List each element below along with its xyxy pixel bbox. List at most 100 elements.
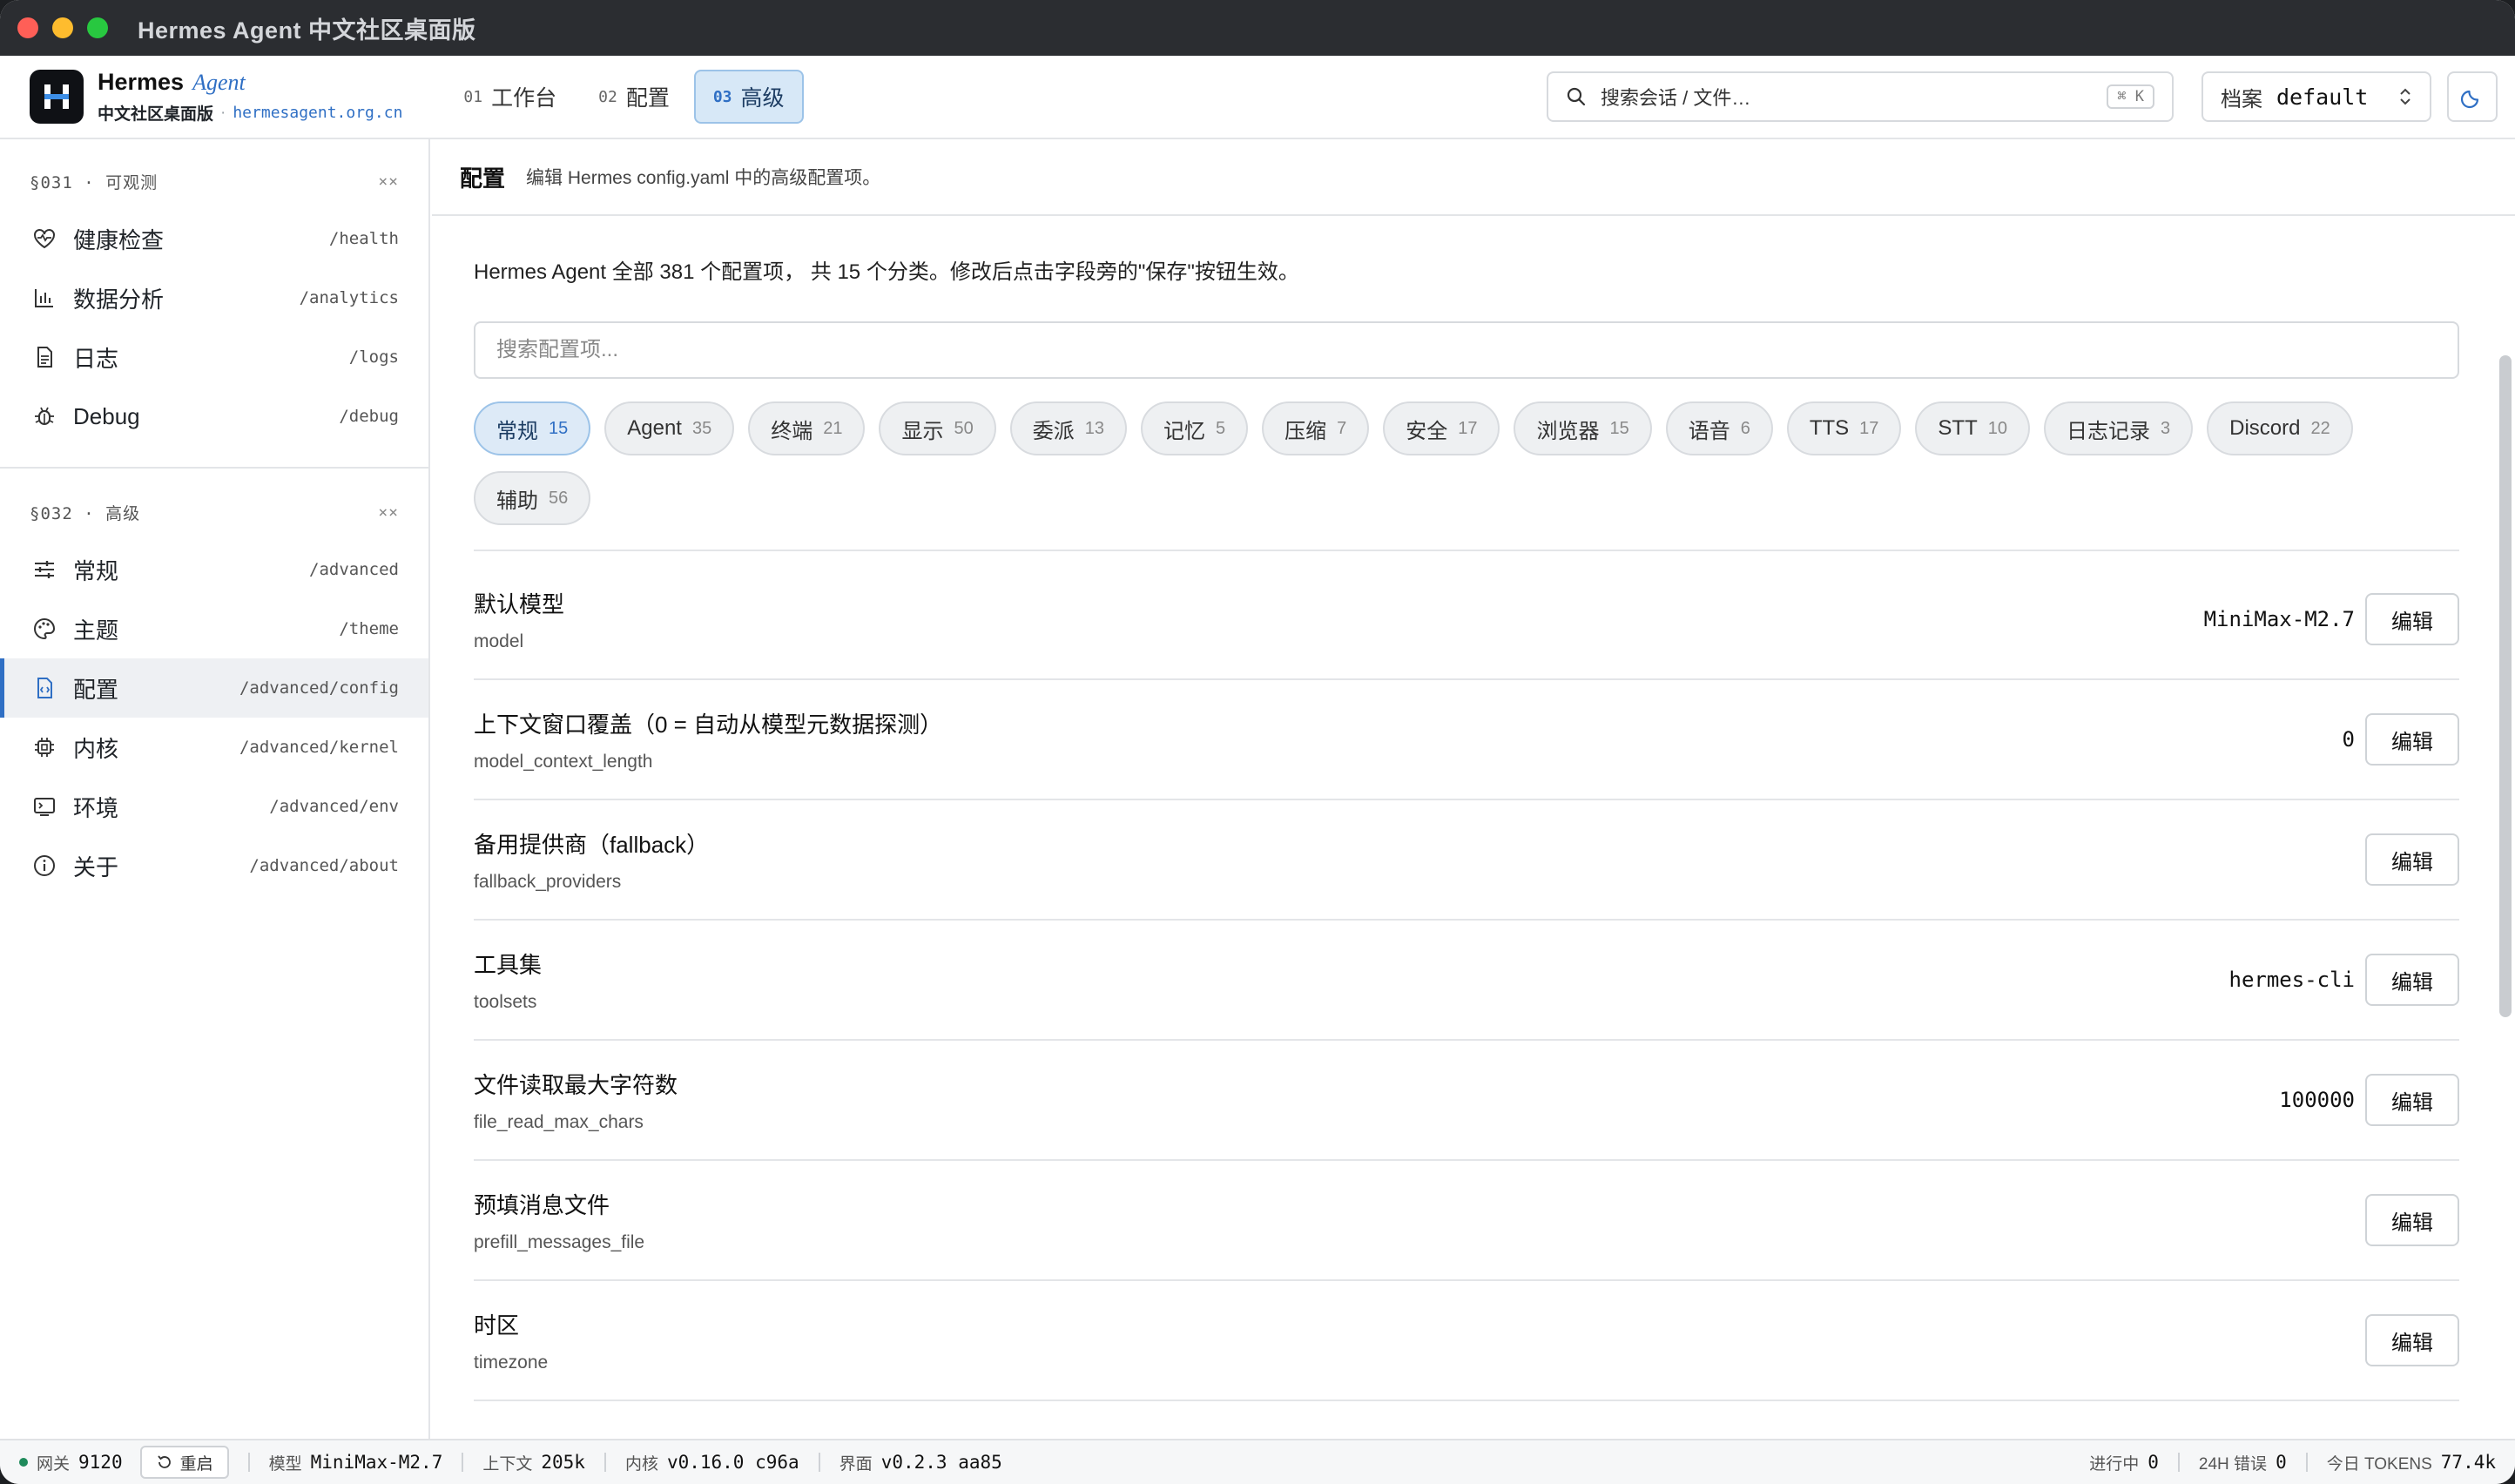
edit-button[interactable]: 编辑	[2365, 954, 2459, 1006]
tab-number: 03	[712, 87, 732, 106]
sidebar-item-path: /logs	[348, 347, 399, 367]
brand: Hermes Agent 中文社区桌面版 · hermesagent.org.c…	[98, 69, 402, 125]
theme-toggle-button[interactable]	[2447, 71, 2498, 122]
kernel-label: 内核	[624, 1454, 658, 1474]
bar-chart-icon	[31, 285, 57, 311]
divider	[474, 550, 2459, 551]
category-chip-general[interactable]: 常规 15	[474, 401, 591, 455]
moon-icon	[2460, 90, 2479, 109]
category-chip-discord[interactable]: Discord 22	[2207, 401, 2353, 455]
sidebar-item-theme[interactable]: 主题 /theme	[0, 599, 428, 658]
close-window-button[interactable]	[17, 17, 38, 38]
category-chip-memory[interactable]: 记忆 5	[1140, 401, 1249, 455]
tab-number: 02	[598, 87, 617, 106]
category-chip-stt[interactable]: STT 10	[1915, 401, 2030, 455]
tab-config[interactable]: 02 配置	[581, 70, 687, 124]
minimize-window-button[interactable]	[52, 17, 73, 38]
file-code-icon	[31, 675, 57, 701]
edit-button[interactable]: 编辑	[2365, 1194, 2459, 1246]
context-label: 上下文	[482, 1454, 533, 1474]
refresh-icon	[157, 1455, 171, 1468]
chip-count: 22	[2310, 418, 2330, 438]
status-separator	[462, 1453, 464, 1472]
errors-label: 24H 错误	[2198, 1454, 2268, 1474]
category-chip-agent[interactable]: Agent 35	[604, 401, 735, 455]
chip-count: 17	[1458, 418, 1478, 438]
brand-subtitle: 中文社区桌面版	[98, 105, 214, 124]
sidebar-item-general[interactable]: 常规 /advanced	[0, 540, 428, 599]
edit-button[interactable]: 编辑	[2365, 593, 2459, 645]
chip-label: 终端	[771, 419, 813, 443]
category-chip-delegation[interactable]: 委派 13	[1009, 401, 1127, 455]
sidebar-item-analytics[interactable]: 数据分析 /analytics	[0, 268, 428, 327]
category-chip-logging[interactable]: 日志记录 3	[2044, 401, 2194, 455]
sidebar-item-label: 常规	[73, 557, 119, 584]
tab-workbench[interactable]: 01 工作台	[446, 70, 574, 124]
sidebar-item-about[interactable]: 关于 /advanced/about	[0, 836, 428, 895]
sidebar-item-debug[interactable]: Debug /debug	[0, 387, 428, 446]
category-chip-tts[interactable]: TTS 17	[1786, 401, 1902, 455]
running-value: 0	[2148, 1452, 2159, 1473]
sidebar-item-env[interactable]: 环境 /advanced/env	[0, 777, 428, 836]
sliders-icon	[31, 556, 57, 583]
edit-button[interactable]: 编辑	[2365, 713, 2459, 766]
config-search-input[interactable]	[496, 338, 2437, 362]
sidebar-item-label: 配置	[73, 676, 119, 703]
chip-label: Agent	[627, 416, 682, 440]
config-search-field[interactable]	[474, 321, 2459, 379]
brand-url[interactable]: hermesagent.org.cn	[233, 104, 402, 122]
sidebar-item-path: /advanced/env	[269, 797, 399, 816]
config-key: file_read_max_chars	[474, 1111, 644, 1132]
search-placeholder: 搜索会话 / 文件…	[1601, 87, 1751, 109]
category-chip-auxiliary[interactable]: 辅助 56	[474, 471, 591, 525]
section-header-advanced: §032 · 高级 ××	[0, 484, 428, 540]
config-name: 预填消息文件	[474, 1191, 610, 1218]
config-row-model: 默认模型 model MiniMax-M2.7 编辑	[474, 560, 2459, 680]
config-row-model-context-length: 上下文窗口覆盖（0 = 自动从模型元数据探测） model_context_len…	[474, 680, 2459, 800]
category-chip-display[interactable]: 显示 50	[879, 401, 996, 455]
section-title: §031 · 可观测	[30, 172, 158, 192]
chip-count: 3	[2161, 418, 2171, 438]
tab-advanced[interactable]: 03 高级	[693, 70, 804, 124]
config-value: 0	[2342, 727, 2355, 752]
category-chip-security[interactable]: 安全 17	[1383, 401, 1500, 455]
global-search[interactable]: 搜索会话 / 文件… ⌘ K	[1547, 71, 2174, 122]
tab-label: 配置	[625, 86, 670, 111]
window-title: Hermes Agent 中文社区桌面版	[138, 17, 476, 44]
running-label: 进行中	[2089, 1454, 2140, 1474]
sidebar-item-health[interactable]: 健康检查 /health	[0, 209, 428, 268]
edit-button[interactable]: 编辑	[2365, 1314, 2459, 1366]
sidebar-divider	[0, 467, 428, 469]
section-collapse-button[interactable]: ××	[378, 503, 399, 522]
sidebar-item-config[interactable]: 配置 /advanced/config	[0, 658, 428, 718]
category-chip-terminal[interactable]: 终端 21	[748, 401, 866, 455]
config-name: 上下文窗口覆盖（0 = 自动从模型元数据探测）	[474, 711, 943, 738]
model-value: MiniMax-M2.7	[310, 1452, 443, 1473]
category-chip-voice[interactable]: 语音 6	[1665, 401, 1773, 455]
config-key: prefill_messages_file	[474, 1231, 645, 1252]
chip-label: 常规	[496, 419, 538, 443]
status-separator	[818, 1453, 820, 1472]
status-separator	[247, 1453, 250, 1472]
cpu-icon	[31, 734, 57, 760]
restart-label: 重启	[179, 1454, 213, 1474]
section-collapse-button[interactable]: ××	[378, 172, 399, 191]
status-dot	[19, 1458, 28, 1467]
edit-button[interactable]: 编辑	[2365, 1074, 2459, 1126]
app-logo[interactable]	[30, 70, 84, 124]
restart-button[interactable]: 重启	[139, 1446, 229, 1479]
config-row-fallback-providers: 备用提供商（fallback） fallback_providers 编辑	[474, 800, 2459, 921]
sidebar-item-label: 关于	[73, 853, 119, 880]
sidebar-item-kernel[interactable]: 内核 /advanced/kernel	[0, 718, 428, 777]
edit-button[interactable]: 编辑	[2365, 833, 2459, 886]
scrollbar-thumb[interactable]	[2499, 355, 2512, 1017]
config-row-timezone: 时区 timezone 编辑	[474, 1281, 2459, 1401]
tokens-value: 77.4k	[2440, 1452, 2496, 1473]
zoom-window-button[interactable]	[87, 17, 108, 38]
chip-label: TTS	[1809, 416, 1850, 440]
sidebar-item-logs[interactable]: 日志 /logs	[0, 327, 428, 387]
category-chip-compression[interactable]: 压缩 7	[1262, 401, 1370, 455]
category-chip-browser[interactable]: 浏览器 15	[1514, 401, 1652, 455]
profile-select[interactable]: 档案 default	[2201, 71, 2431, 122]
sidebar-item-label: 内核	[73, 735, 119, 762]
